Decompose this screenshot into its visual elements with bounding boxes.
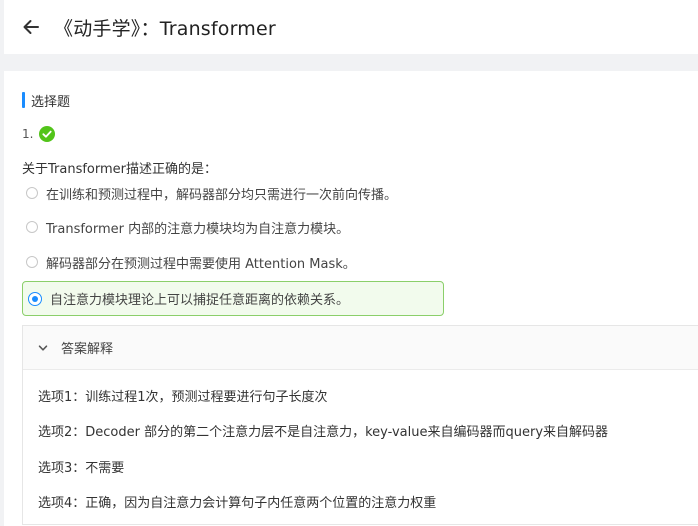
option-label: Transformer 内部的注意力模块均为自注意力模块。 [46, 221, 350, 237]
answer-toggle[interactable]: 答案解释 [23, 326, 698, 370]
back-button[interactable] [18, 14, 44, 40]
check-circle-icon [39, 126, 56, 142]
chevron-down-icon[interactable] [37, 342, 49, 354]
radio-button[interactable] [26, 187, 38, 199]
answer-header-label: 答案解释 [61, 342, 114, 357]
option-3[interactable]: 解码器部分在预测过程中需要使用 Attention Mask。 [26, 250, 356, 274]
question-text: 关于Transformer描述正确的是： [22, 162, 218, 177]
section-heading: 选择题 [22, 90, 70, 110]
explanation-line: 选项1：训练过程1次，预测过程要进行句子长度次 [38, 390, 328, 405]
option-label: 在训练和预测过程中，解码器部分均只需进行一次前向传播。 [46, 187, 398, 203]
top-bar: 《动手学》：Transformer [4, 0, 698, 54]
radio-button-checked[interactable] [28, 291, 42, 306]
option-label: 自注意力模块理论上可以捕捉任意距离的依赖关系。 [50, 293, 350, 308]
option-4-selected[interactable]: 自注意力模块理论上可以捕捉任意距离的依赖关系。 [22, 281, 444, 316]
option-label: 解码器部分在预测过程中需要使用 Attention Mask。 [46, 256, 356, 272]
section-accent-bar [22, 92, 25, 108]
question-number-row: 1. [22, 124, 56, 144]
explanation-line: 选项2：Decoder 部分的第二个注意力层不是自注意力，key-value来自… [38, 425, 609, 440]
radio-dot [32, 295, 38, 302]
page-title: 《动手学》：Transformer [54, 17, 276, 40]
section-title: 选择题 [31, 94, 71, 110]
answer-explanation-panel: 答案解释 选项1：训练过程1次，预测过程要进行句子长度次 选项2：Decoder… [22, 325, 698, 525]
option-2[interactable]: Transformer 内部的注意力模块均为自注意力模块。 [26, 215, 349, 239]
radio-button[interactable] [26, 221, 38, 233]
explanation-line: 选项4：正确，因为自注意力会计算句子内任意两个位置的注意力权重 [38, 496, 437, 511]
arrow-left-icon[interactable] [21, 17, 41, 37]
option-1[interactable]: 在训练和预测过程中，解码器部分均只需进行一次前向传播。 [26, 181, 397, 205]
explanation-line: 选项3：不需要 [38, 461, 125, 476]
question-card: 选择题 1. 关于Transformer描述正确的是： 在训练和预测过程中，解码… [4, 71, 698, 526]
question-number: 1. [22, 127, 34, 141]
radio-button[interactable] [26, 256, 38, 268]
